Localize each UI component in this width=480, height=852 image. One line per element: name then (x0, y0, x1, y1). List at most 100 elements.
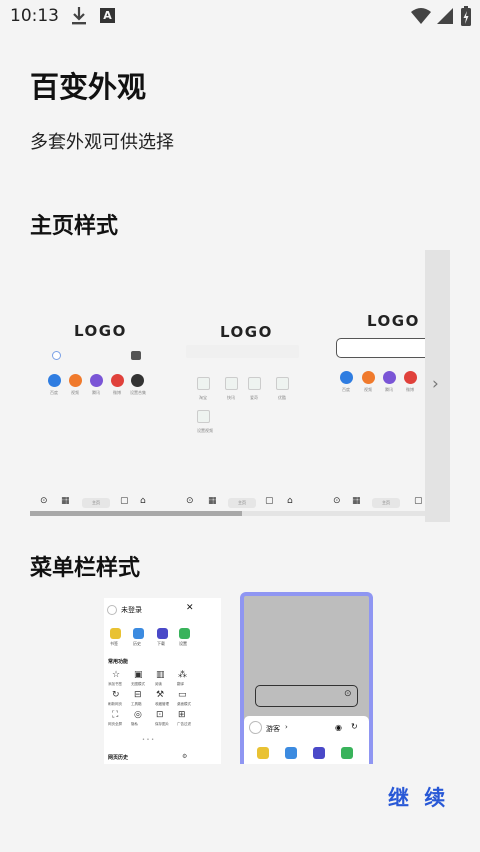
settings-icon (179, 628, 190, 639)
search-box (336, 338, 436, 358)
app-label: 微博 (406, 387, 414, 392)
search-box (255, 685, 358, 707)
settings-icon: ⚙ (182, 753, 188, 760)
feature-label: 广告过滤 (177, 722, 191, 726)
download-icon (313, 747, 325, 759)
feature-label: 工具箱 (131, 702, 142, 706)
homepage-style-option-3[interactable]: LOGO 百度 视频 腾讯 微博 ⊙ ▦ 主页 ▢ (330, 250, 436, 512)
shortcut-label: 历史 (133, 641, 141, 646)
bookmark-icon (110, 628, 121, 639)
carousel-scroll-thumb[interactable] (30, 511, 242, 516)
app-icon (111, 374, 124, 387)
home-pill: 主页 (82, 498, 110, 508)
app-icon (362, 371, 375, 384)
app-icon (248, 377, 261, 390)
app-label: 淘宝 (199, 395, 207, 400)
status-time: 10:13 (10, 6, 59, 26)
continue-button[interactable]: 继 续 (388, 782, 449, 812)
feature-label: 阅读 (155, 682, 162, 686)
avatar (107, 605, 117, 615)
app-label: 视频 (71, 390, 79, 395)
settings-icon: ◉ (335, 723, 342, 732)
app-label: 腾讯 (385, 387, 393, 392)
back-icon: ⊙ (186, 496, 194, 506)
search-icon (52, 351, 61, 360)
preview-logo: LOGO (74, 322, 127, 340)
feature-label: 刷新网页 (108, 702, 122, 706)
app-label: 设置视频 (197, 428, 213, 433)
app-icon (197, 377, 210, 390)
homepage-style-option-2[interactable]: LOGO 淘宝 快讯 爱奇 优酷 设置视频 ⊙ ▦ 主页 ▢ ⌂ (180, 250, 310, 512)
page-dots: • • • (142, 737, 155, 743)
download-icon (72, 7, 86, 25)
app-icon (90, 374, 103, 387)
footer-label: 网页历史 (108, 755, 129, 761)
user-label: 游客 (266, 725, 280, 733)
bookmark-icon (257, 747, 269, 759)
homepage-style-option-1[interactable]: LOGO 百度 视频 腾讯 微博 设置合集 ⊙ ▦ 主页 ▢ ⌂ (30, 250, 170, 512)
star-icon: ☆ (112, 670, 121, 680)
history-icon (133, 628, 144, 639)
wifi-icon (411, 8, 431, 24)
shortcut-label: 下载 (157, 641, 165, 646)
homepage-style-carousel[interactable]: LOGO 百度 视频 腾讯 微博 设置合集 ⊙ ▦ 主页 ▢ ⌂ LOGO 淘宝… (30, 250, 450, 522)
shortcut-label: 书签 (110, 641, 118, 646)
app-icon (48, 374, 61, 387)
app-icon (404, 371, 417, 384)
page-subtitle: 多套外观可供选择 (30, 132, 174, 153)
feature-label: 桌面模式 (177, 702, 191, 706)
translate-icon: ⁂ (178, 670, 187, 680)
app-icon (69, 374, 82, 387)
menubar-style-option-2[interactable]: ⊙ 游客 › ◉ ↻ (240, 592, 373, 764)
tabs-icon: ▢ (120, 496, 129, 506)
feature-label: 无图模式 (131, 682, 145, 686)
feature-label: 翻译 (177, 682, 184, 686)
accessibility-a-icon: A (100, 8, 115, 23)
preview-navbar: ⊙ ▦ 主页 ▢ (330, 496, 425, 510)
back-icon: ⊙ (40, 496, 48, 506)
menubar-style-option-1[interactable]: 未登录 ✕ 书签 历史 下载 设置 常用功能 ☆ ▣ ▥ ⁂ 添加书签 无图模式… (104, 598, 221, 764)
back-icon: ⊙ (333, 496, 341, 506)
app-icon (225, 377, 238, 390)
camera-icon: ⊙ (344, 689, 352, 699)
home-pill: 主页 (372, 498, 400, 508)
avatar (249, 721, 262, 734)
app-icon (197, 410, 210, 423)
chevron-right-icon[interactable]: › (432, 374, 439, 394)
search-box (186, 345, 299, 358)
read-icon: ▥ (156, 670, 165, 680)
tabs-icon: ▢ (265, 496, 274, 506)
section-label: 常用功能 (108, 659, 129, 665)
app-label: 微博 (113, 390, 121, 395)
feature-label: 添加书签 (108, 682, 122, 686)
app-icon (340, 371, 353, 384)
app-label: 设置合集 (130, 390, 146, 395)
feature-label: 收藏管理 (155, 702, 169, 706)
tabs-icon: ▢ (414, 496, 423, 506)
user-label: 未登录 (121, 606, 142, 614)
preview-navbar: ⊙ ▦ 主页 ▢ ⌂ (30, 496, 170, 510)
feature-label: 隐私 (131, 722, 138, 726)
no-image-icon: ▣ (134, 670, 143, 680)
toolbox-icon: ⊟ (134, 690, 142, 700)
app-label: 腾讯 (92, 390, 100, 395)
grid-icon: ▦ (352, 496, 361, 506)
feature-label: 网页全屏 (108, 722, 122, 726)
shortcut-label: 设置 (179, 641, 187, 646)
download-icon (157, 628, 168, 639)
page-title: 百变外观 (30, 70, 147, 104)
ad-filter-icon: ⊞ (178, 710, 186, 720)
settings-app-icon (341, 747, 353, 759)
desktop-icon: ▭ (178, 690, 187, 700)
app-label: 百度 (342, 387, 350, 392)
history-icon (285, 747, 297, 759)
app-label: 百度 (50, 390, 58, 395)
app-label: 快讯 (227, 395, 235, 400)
home-pill: 主页 (228, 498, 256, 508)
refresh-icon: ↻ (351, 722, 358, 731)
signal-icon (437, 8, 453, 24)
menubar-style-heading: 菜单栏样式 (30, 556, 141, 581)
preview-logo: LOGO (367, 312, 420, 330)
camera-icon (131, 351, 141, 360)
app-label: 优酷 (278, 395, 286, 400)
